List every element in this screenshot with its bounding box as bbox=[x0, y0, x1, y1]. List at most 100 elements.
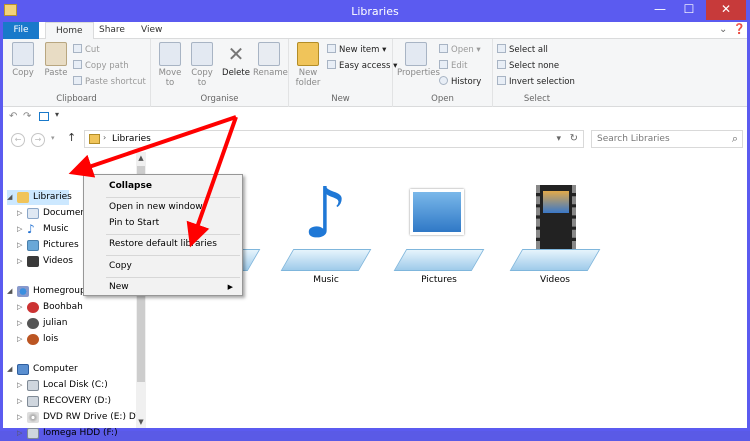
rename-button[interactable]: Rename bbox=[253, 42, 288, 78]
copy-path-label: Copy path bbox=[85, 61, 129, 71]
organise-group-label: Organise bbox=[200, 94, 239, 104]
copy-path-button[interactable]: Copy path bbox=[73, 59, 129, 73]
address-dropdown-icon[interactable]: ▾ bbox=[556, 134, 561, 144]
computer-icon bbox=[17, 364, 29, 375]
maximize-button[interactable]: ☐ bbox=[675, 0, 703, 20]
undo-icon[interactable]: ↶ bbox=[9, 111, 17, 122]
menu-item-open-new-window[interactable]: Open in new window bbox=[85, 199, 241, 215]
copy-icon bbox=[12, 42, 34, 66]
properties-button[interactable]: Properties bbox=[397, 42, 440, 78]
menu-item-pin-to-start[interactable]: Pin to Start bbox=[85, 215, 241, 231]
properties-qat-icon[interactable] bbox=[39, 112, 49, 121]
tab-view[interactable]: View bbox=[131, 22, 172, 39]
edit-button[interactable]: Edit bbox=[439, 59, 467, 73]
nav-drive-d[interactable]: ▷ RECOVERY (D:) bbox=[17, 394, 137, 409]
paste-button[interactable]: Paste bbox=[41, 42, 71, 78]
nav-drive-d-label: RECOVERY (D:) bbox=[43, 396, 112, 406]
easy-access-button[interactable]: Easy access ▾ bbox=[327, 59, 397, 73]
forward-button[interactable]: → bbox=[31, 133, 45, 147]
select-all-button[interactable]: Select all bbox=[497, 43, 548, 57]
nav-user-lois[interactable]: ▷ lois bbox=[17, 332, 137, 347]
window-title: Libraries bbox=[351, 5, 399, 18]
expand-arrow-icon[interactable]: ▷ bbox=[17, 206, 26, 221]
menu-item-restore-default-libraries[interactable]: Restore default libraries bbox=[85, 236, 241, 252]
collapse-arrow-icon[interactable]: ◢ bbox=[7, 190, 16, 205]
expand-arrow-icon[interactable]: ▷ bbox=[17, 378, 26, 393]
expand-arrow-icon[interactable]: ▷ bbox=[17, 332, 26, 347]
user-avatar-icon bbox=[27, 318, 39, 329]
expand-arrow-icon[interactable]: ▷ bbox=[17, 222, 26, 237]
nav-drive-c[interactable]: ▷ Local Disk (C:) bbox=[17, 378, 137, 393]
scroll-down-icon[interactable]: ▼ bbox=[136, 418, 146, 426]
select-none-button[interactable]: Select none bbox=[497, 59, 559, 73]
paste-icon bbox=[45, 42, 67, 66]
redo-icon[interactable]: ↷ bbox=[23, 111, 31, 122]
collapse-arrow-icon[interactable]: ◢ bbox=[7, 362, 16, 377]
copy-to-label: Copy to bbox=[191, 68, 213, 88]
copy-to-button[interactable]: Copy to bbox=[187, 42, 217, 88]
new-item-button[interactable]: New item ▾ bbox=[327, 43, 386, 57]
open-button[interactable]: Open ▾ bbox=[439, 43, 481, 57]
library-pictures-label: Pictures bbox=[421, 275, 457, 285]
expand-arrow-icon[interactable]: ▷ bbox=[17, 238, 26, 253]
minimize-button[interactable]: — bbox=[646, 0, 674, 20]
library-videos-label: Videos bbox=[540, 275, 570, 285]
search-input[interactable]: Search Libraries ⌕ bbox=[591, 130, 743, 148]
user-avatar-icon bbox=[27, 302, 39, 313]
expand-arrow-icon[interactable]: ▷ bbox=[17, 410, 26, 425]
address-input[interactable]: › Libraries ▾ ↻ bbox=[84, 130, 584, 148]
tab-share[interactable]: Share bbox=[89, 22, 135, 39]
back-button[interactable]: ← bbox=[11, 133, 25, 147]
expand-ribbon-icon[interactable]: ⌄ bbox=[719, 24, 727, 35]
menu-item-collapse[interactable]: Collapse bbox=[85, 178, 241, 194]
expand-arrow-icon[interactable]: ▷ bbox=[17, 300, 26, 315]
recent-locations-icon[interactable]: ▾ bbox=[51, 134, 55, 142]
address-bar-row: ← → ▾ ↑ › Libraries ▾ ↻ Search Libraries… bbox=[3, 126, 747, 152]
paste-shortcut-button[interactable]: Paste shortcut bbox=[73, 75, 146, 89]
libraries-icon bbox=[89, 134, 100, 144]
library-platform bbox=[509, 249, 601, 271]
menu-separator bbox=[106, 197, 240, 198]
nav-computer[interactable]: ◢ Computer bbox=[7, 362, 127, 377]
tab-home[interactable]: Home bbox=[45, 22, 94, 40]
paste-label: Paste bbox=[44, 68, 68, 78]
menu-item-copy[interactable]: Copy bbox=[85, 258, 241, 274]
tab-file[interactable]: File bbox=[3, 22, 39, 39]
help-icon[interactable]: ❓ bbox=[733, 24, 745, 35]
nav-drive-e[interactable]: ▷ DVD RW Drive (E:) DVD bbox=[17, 410, 149, 425]
film-strip-icon bbox=[536, 185, 576, 249]
invert-selection-button[interactable]: Invert selection bbox=[497, 75, 575, 89]
copy-button[interactable]: Copy bbox=[9, 42, 37, 78]
select-none-icon bbox=[497, 60, 506, 69]
move-to-label: Move to bbox=[158, 68, 182, 88]
refresh-icon[interactable]: ↻ bbox=[570, 133, 578, 144]
library-music-tile[interactable]: ♪ Music bbox=[271, 173, 381, 299]
history-button[interactable]: History bbox=[439, 75, 481, 89]
new-folder-button[interactable]: New folder bbox=[293, 42, 323, 88]
library-pictures-tile[interactable]: Pictures bbox=[384, 179, 494, 299]
expand-arrow-icon[interactable]: ▷ bbox=[17, 316, 26, 331]
nav-pictures-label: Pictures bbox=[43, 240, 79, 250]
expand-arrow-icon[interactable]: ▷ bbox=[17, 426, 26, 441]
homegroup-icon bbox=[17, 286, 29, 297]
menu-item-new[interactable]: New ▶ bbox=[85, 279, 241, 295]
collapse-arrow-icon[interactable]: ◢ bbox=[7, 284, 16, 299]
nav-user-boohbah[interactable]: ▷ Boohbah bbox=[17, 300, 137, 315]
customize-qat-icon[interactable]: ▾ bbox=[55, 110, 59, 119]
nav-user-julian[interactable]: ▷ julian bbox=[17, 316, 137, 331]
expand-arrow-icon[interactable]: ▷ bbox=[17, 394, 26, 409]
nav-drive-e-label: DVD RW Drive (E:) DVD bbox=[43, 412, 149, 422]
library-videos-tile[interactable]: Videos bbox=[500, 179, 610, 299]
delete-button[interactable]: ✕ Delete bbox=[221, 42, 251, 78]
scroll-up-icon[interactable]: ▲ bbox=[136, 154, 146, 162]
nav-libraries[interactable]: ◢ Libraries bbox=[7, 190, 72, 205]
up-arrow-icon[interactable]: ↑ bbox=[67, 131, 76, 144]
cut-button[interactable]: Cut bbox=[73, 43, 100, 57]
title-bar[interactable]: Libraries — ☐ ✕ bbox=[0, 0, 750, 22]
close-button[interactable]: ✕ bbox=[706, 0, 746, 20]
move-to-button[interactable]: Move to bbox=[155, 42, 185, 88]
history-icon bbox=[439, 76, 448, 85]
expand-arrow-icon[interactable]: ▷ bbox=[17, 254, 26, 269]
nav-drive-f[interactable]: ▷ Iomega HDD (F:) bbox=[17, 426, 137, 441]
nav-homegroup-label: Homegroup bbox=[33, 286, 86, 296]
